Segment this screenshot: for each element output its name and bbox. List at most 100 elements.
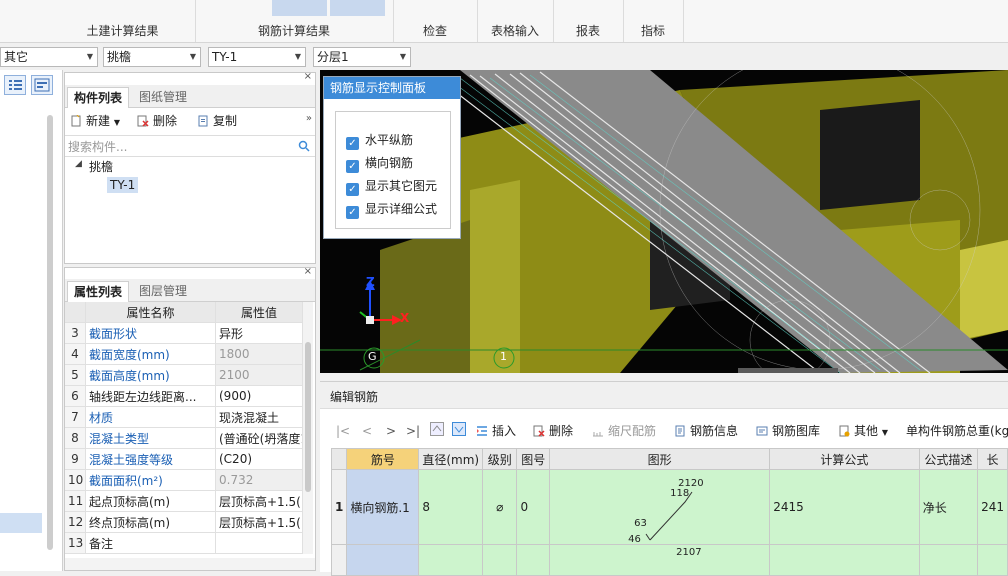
grid-axis-1-label: 1 [500,350,507,363]
diameter-cell[interactable]: 8 [418,469,484,545]
axis-z-label: Z [366,275,375,289]
chevron-down-icon: ▼ [399,52,406,61]
table-row[interactable]: 12终点顶标高(m)层顶标高+1.5(12.7 [65,511,303,533]
control-panel-title: 钢筋显示控制面板 [324,77,460,99]
checkbox-horizontal-rebar[interactable]: ✓ 水平纵筋 [346,131,413,150]
header-length: 长 [977,448,1008,470]
tree-node-root[interactable]: 挑檐 [89,158,113,175]
prev-page-button[interactable]: < [362,422,372,440]
ribbon-group-check[interactable]: 检查 [393,0,478,42]
tab-property-list[interactable]: 属性列表 [67,281,130,302]
formula-desc-cell[interactable]: 净长 [918,469,979,545]
checkmark-icon: ✓ [346,137,359,150]
search-icon[interactable] [298,140,310,152]
list-view-icon[interactable] [4,75,26,95]
move-up-icon[interactable] [430,422,444,440]
tree-node-selected[interactable]: TY-1 [107,177,139,193]
ribbon-group-civil-results[interactable]: 土建计算结果 [50,0,196,42]
scrollbar-thumb[interactable] [305,342,311,492]
more-icon[interactable]: » [306,113,312,124]
table-row[interactable]: 9 混凝土强度等级 (C20) [65,448,303,470]
checkbox-transverse-rebar[interactable]: ✓ 横向钢筋 [346,154,413,173]
table-row[interactable]: 10 截面面积(m²) 0.732 [65,469,303,491]
delete-icon [533,425,545,437]
view-scroll-handle[interactable] [738,368,838,373]
table-row[interactable]: 8混凝土类型(普通砼(坍落度10 - [65,427,303,449]
tab-component-list[interactable]: 构件列表 [67,87,130,108]
property-scrollbar[interactable] [303,302,313,554]
ribbon: 土建计算结果 钢筋计算结果 检查 表格输入 报表 指标 [0,0,1008,43]
search-input[interactable]: 搜索构件... [68,138,127,155]
delete-icon [137,115,149,127]
component-type-select[interactable]: 挑檐 ▼ [103,47,201,67]
table-row[interactable]: 3 截面形状 异形 [65,322,303,344]
rebar-info-button[interactable]: 钢筋信息 [674,422,738,440]
shape-dim-c: 63 [634,518,647,529]
last-page-button[interactable]: >| [406,422,420,440]
copy-button[interactable]: 复制 [197,112,237,130]
axis-x-label: X [400,311,410,325]
row-number: 1 [330,469,348,545]
table-row[interactable]: 6 轴线距左边线距离... (900) [65,385,303,407]
form-view-icon[interactable] [31,75,53,95]
ribbon-group-table-input[interactable]: 表格输入 [477,0,554,42]
table-row[interactable]: 13 备注 [65,532,303,554]
table-row[interactable]: 4 截面宽度(mm) 1800 [65,343,303,365]
layer-select[interactable]: 分层1 ▼ [313,47,411,67]
component-select[interactable]: TY-1 ▼ [208,47,306,67]
close-icon[interactable]: × [304,71,312,82]
new-file-icon [71,115,81,127]
left-strip-scrollbar[interactable] [47,115,53,550]
ribbon-group-index[interactable]: 指标 [623,0,684,42]
delete-rebar-button[interactable]: 删除 [533,422,573,440]
close-icon[interactable]: × [304,268,312,277]
chevron-down-icon: ▼ [294,52,301,61]
checkbox-show-other-elements[interactable]: ✓ 显示其它图元 [346,177,437,196]
document-icon [675,425,685,437]
checkbox-show-detailed-formula[interactable]: ✓ 显示详细公式 [346,200,437,219]
table-row[interactable]: 7 材质 现浇混凝土 [65,406,303,428]
tab-layer-management[interactable]: 图层管理 [133,281,193,301]
next-page-button[interactable]: > [386,422,396,440]
scale-icon [593,432,603,437]
copy-icon [198,115,208,127]
tree-collapse-icon[interactable]: ◢ [75,159,82,169]
move-down-icon[interactable] [452,422,466,440]
component-search[interactable]: 搜索构件... [65,135,315,157]
table-row[interactable]: 5 截面高度(mm) 2100 [65,364,303,386]
ribbon-group-rebar-results[interactable]: 钢筋计算结果 [195,0,394,42]
edit-rebar-title: 编辑钢筋 [330,390,379,404]
grade-cell[interactable]: ⌀ [482,469,518,545]
insert-button[interactable]: 插入 [476,422,516,440]
checkmark-icon: ✓ [346,160,359,173]
table-row[interactable]: 11起点顶标高(m)层顶标高+1.5(12.7 [65,490,303,512]
figure-no-cell[interactable]: 0 [516,469,551,545]
delete-button[interactable]: 删除 [137,112,177,130]
property-table: 属性名称 属性值 3 截面形状 异形 4 截面宽度(mm) 1800 5 截面高度(mm)… [65,302,303,554]
rebar-library-button[interactable]: 钢筋图库 [756,422,820,440]
ribbon-group-report[interactable]: 报表 [553,0,624,42]
floor-type-select[interactable]: 其它 ▼ [0,47,98,67]
header-rebar-no: 筋号 [346,448,420,470]
scale-rebar-button[interactable]: 缩尺配筋 [592,422,656,440]
shape-cell[interactable]: 2120 118 63 46 [549,469,771,545]
other-button[interactable]: 其他 ▼ [838,422,888,440]
chevron-down-icon: ▼ [189,52,196,61]
chevron-down-icon: ▼ [86,52,93,61]
rebar-name-cell[interactable]: 横向钢筋.1 [346,469,420,545]
formula-cell[interactable]: 2415 [769,469,920,545]
left-navigation-strip [0,70,63,571]
left-strip-selected-item[interactable] [0,513,42,533]
tab-drawing-management[interactable]: 图纸管理 [133,87,193,107]
first-page-button[interactable]: |< [336,422,350,440]
shape-dim-d: 46 [628,534,641,545]
table-row[interactable]: 1 横向钢筋.1 8 ⌀ 0 2120 118 63 46 2415 净长 24… [330,469,1008,545]
header-figure-no: 图号 [516,448,551,470]
property-header: 属性名称 属性值 [65,302,303,323]
ribbon-group-label: 土建计算结果 [86,24,159,38]
header-formula: 计算公式 [769,448,920,470]
length-cell[interactable]: 241 [977,469,1008,545]
new-button[interactable]: 新建 ▼ [70,112,120,130]
ribbon-group-label: 表格输入 [490,24,539,38]
property-h-scrollbar[interactable] [65,558,315,570]
